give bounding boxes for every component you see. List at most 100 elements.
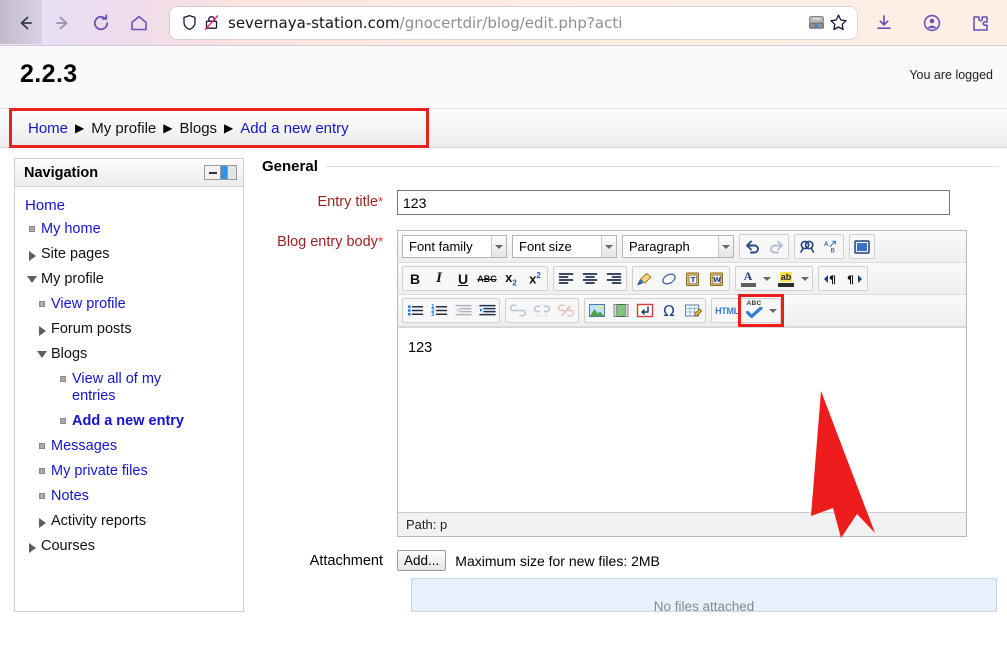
sidebar-item-messages[interactable]: Messages bbox=[33, 434, 237, 459]
direction-group: ¶ ¶ bbox=[818, 266, 868, 291]
highlight-color-button[interactable]: ab bbox=[774, 267, 798, 290]
reload-button[interactable] bbox=[84, 6, 118, 40]
insert-media-button[interactable] bbox=[609, 299, 633, 322]
ltr-button[interactable]: ¶ bbox=[819, 267, 843, 290]
underline-button[interactable]: U bbox=[451, 267, 475, 290]
browser-nav-buttons bbox=[8, 6, 156, 40]
browser-toolbar: severnaya-station.com/gnocertdir/blog/ed… bbox=[0, 0, 1007, 46]
chevron-down-icon[interactable] bbox=[27, 276, 37, 283]
link-group bbox=[505, 298, 579, 323]
forward-button[interactable] bbox=[46, 6, 80, 40]
save-to-pocket-icon[interactable] bbox=[805, 13, 827, 32]
home-button[interactable] bbox=[122, 6, 156, 40]
italic-button[interactable]: I bbox=[427, 267, 451, 290]
file-picker-dropzone[interactable]: No files attached bbox=[411, 578, 997, 612]
sidebar-item-view-profile[interactable]: View profile bbox=[33, 292, 237, 317]
fullscreen-button[interactable] bbox=[850, 235, 874, 258]
paste-from-word-button[interactable]: W bbox=[705, 267, 729, 290]
account-button[interactable] bbox=[915, 6, 949, 40]
chevron-right-icon[interactable] bbox=[29, 543, 36, 553]
chevron-down-icon bbox=[491, 236, 506, 257]
entry-title-row: Entry title* bbox=[262, 190, 999, 215]
sidebar-item-label: View all of my entries bbox=[72, 371, 192, 405]
insert-image-button[interactable] bbox=[585, 299, 609, 322]
navigation-title: Navigation bbox=[24, 165, 98, 181]
lock-crossed-icon[interactable] bbox=[200, 14, 222, 31]
remove-link-button[interactable] bbox=[554, 299, 578, 322]
sidebar-item-blogs: Blogs bbox=[33, 342, 237, 367]
editor-path-bar: Path: p bbox=[398, 512, 966, 536]
align-right-button[interactable] bbox=[602, 267, 626, 290]
page-body: 2.2.3 You are logged Home▶My profile▶Blo… bbox=[0, 46, 1007, 624]
find-button[interactable] bbox=[795, 235, 819, 258]
text-color-dropdown[interactable] bbox=[760, 267, 774, 290]
insert-link-button[interactable] bbox=[506, 299, 530, 322]
add-attachment-button[interactable]: Add... bbox=[397, 550, 446, 571]
strikethrough-button[interactable]: ABC bbox=[475, 267, 499, 290]
align-left-button[interactable] bbox=[554, 267, 578, 290]
breadcrumb: Home▶My profile▶Blogs▶Add a new entry bbox=[9, 108, 429, 148]
highlight-color-dropdown[interactable] bbox=[798, 267, 812, 290]
sidebar-item-label: Add a new entry bbox=[72, 413, 184, 430]
editor-content-area[interactable]: 123 bbox=[398, 327, 966, 512]
superscript-button[interactable]: x2 bbox=[523, 267, 547, 290]
outdent-button[interactable] bbox=[451, 299, 475, 322]
chevron-right-icon[interactable] bbox=[39, 326, 46, 336]
eraser-button[interactable] bbox=[657, 267, 681, 290]
clipboard-group: T W bbox=[632, 266, 730, 291]
subscript-button[interactable]: x2 bbox=[499, 267, 523, 290]
paragraph-style-select[interactable]: Paragraph bbox=[622, 235, 734, 258]
insert-anchor-button[interactable] bbox=[633, 299, 657, 322]
entry-title-input[interactable] bbox=[397, 190, 950, 215]
find-replace-button[interactable]: AB bbox=[819, 235, 843, 258]
rtl-button[interactable]: ¶ bbox=[843, 267, 867, 290]
text-style-group: B I U ABC x2 x2 bbox=[402, 266, 548, 291]
rich-text-editor: Font family Font size Paragraph bbox=[397, 230, 967, 537]
chevron-right-icon[interactable] bbox=[29, 251, 36, 261]
text-color-button[interactable]: A bbox=[736, 267, 760, 290]
sidebar-item-label: My private files bbox=[51, 463, 148, 480]
unlink-button[interactable] bbox=[530, 299, 554, 322]
bold-button[interactable]: B bbox=[403, 267, 427, 290]
sidebar-item-my-private-files[interactable]: My private files bbox=[33, 459, 237, 484]
font-family-select[interactable]: Font family bbox=[402, 235, 507, 258]
sidebar-item-courses: Courses bbox=[23, 534, 237, 559]
html-source-button[interactable]: HTML bbox=[712, 299, 742, 322]
sidebar-item-notes[interactable]: Notes bbox=[33, 484, 237, 509]
chevron-right-icon[interactable] bbox=[39, 518, 46, 528]
chevron-down-icon[interactable] bbox=[37, 351, 47, 358]
extensions-button[interactable] bbox=[963, 6, 997, 40]
spellcheck-button[interactable]: ABC bbox=[742, 299, 766, 322]
address-bar[interactable]: severnaya-station.com/gnocertdir/blog/ed… bbox=[170, 7, 857, 39]
extensions-icon bbox=[970, 13, 990, 33]
sidebar-item-view-all-of-my-entries[interactable]: View all of my entries bbox=[54, 367, 237, 409]
sidebar-item-add-a-new-entry[interactable]: Add a new entry bbox=[54, 409, 237, 434]
back-button[interactable] bbox=[8, 6, 42, 40]
dock-block-icon[interactable] bbox=[204, 165, 237, 180]
clean-format-button[interactable] bbox=[633, 267, 657, 290]
special-character-button[interactable]: Ω bbox=[657, 299, 681, 322]
bullet-list-button[interactable] bbox=[403, 299, 427, 322]
star-icon[interactable] bbox=[827, 13, 849, 32]
numbered-list-button[interactable]: 123 bbox=[427, 299, 451, 322]
sidebar-item-home[interactable]: Home bbox=[23, 195, 237, 217]
sidebar-item-my-home[interactable]: My home bbox=[23, 217, 237, 242]
spellcheck-dropdown[interactable] bbox=[766, 299, 780, 322]
download-button[interactable] bbox=[867, 6, 901, 40]
svg-text:B: B bbox=[830, 247, 834, 255]
redo-button[interactable] bbox=[764, 235, 788, 258]
indent-button[interactable] bbox=[475, 299, 499, 322]
undo-button[interactable] bbox=[740, 235, 764, 258]
list-group: 123 bbox=[402, 298, 500, 323]
breadcrumb-item-add-a-new-entry[interactable]: Add a new entry bbox=[240, 120, 348, 137]
sidebar-item-site-pages: Site pages bbox=[23, 242, 237, 267]
chevron-down-icon bbox=[718, 236, 733, 257]
breadcrumb-item-home[interactable]: Home bbox=[28, 120, 68, 137]
edit-table-button[interactable] bbox=[681, 299, 705, 322]
font-size-select[interactable]: Font size bbox=[512, 235, 617, 258]
sidebar-item-label: Blogs bbox=[51, 346, 87, 363]
align-center-button[interactable] bbox=[578, 267, 602, 290]
attachment-row: Attachment Add... Maximum size for new f… bbox=[262, 550, 999, 571]
paste-as-text-button[interactable]: T bbox=[681, 267, 705, 290]
shield-icon[interactable] bbox=[178, 14, 200, 31]
